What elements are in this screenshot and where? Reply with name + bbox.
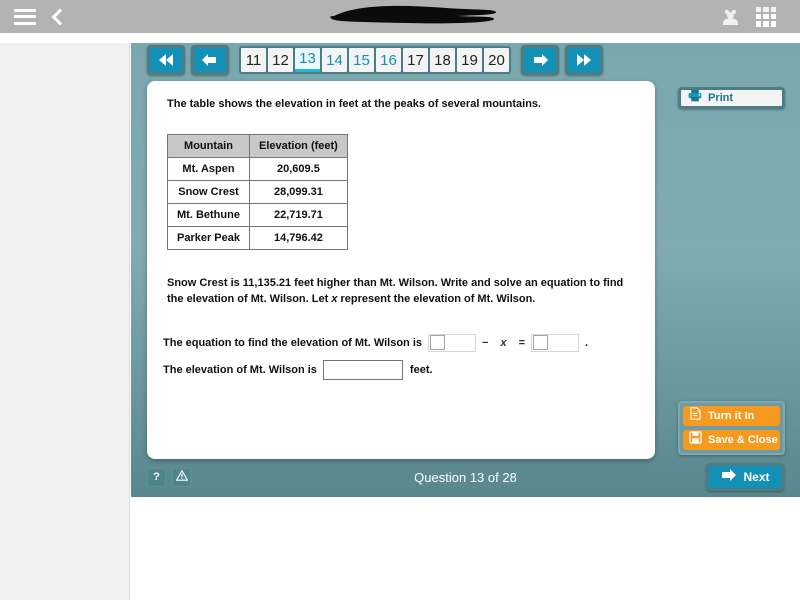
- equation-right-input[interactable]: [531, 333, 580, 352]
- hamburger-bar: [14, 8, 36, 12]
- cell-elevation-value: 28,099.31: [249, 179, 348, 204]
- elevation-table: Mountain Elevation (feet) Mt. Aspen 20,6…: [167, 133, 348, 250]
- next-button-label: Next: [743, 470, 770, 484]
- equation-label: The equation to find the elevation of Mt…: [163, 336, 423, 349]
- floppy-disk-icon: [689, 431, 702, 449]
- elevation-units-label: feet.: [409, 363, 433, 376]
- math-input-slot: [430, 335, 446, 351]
- grid-cell: [763, 6, 769, 12]
- save-and-close-button[interactable]: Save & Close: [683, 430, 780, 450]
- minus-operator: −: [482, 336, 489, 349]
- table-header-row: Mountain Elevation (feet): [167, 133, 348, 158]
- grid-cell: [770, 13, 776, 20]
- page-number-list: 11 12 13 14 15 16 17 18 19 20: [239, 46, 511, 74]
- assignment-bottom-bar: ? Question 13 of 28 Next: [131, 457, 800, 497]
- column-header-mountain: Mountain: [167, 133, 250, 158]
- page-number-15[interactable]: 15: [349, 48, 374, 72]
- cell-elevation-value: 20,609.5: [249, 156, 348, 181]
- print-button[interactable]: Print: [678, 87, 785, 109]
- equation-answer-row: The equation to find the elevation of Mt…: [163, 333, 641, 352]
- page-number-11[interactable]: 11: [241, 48, 266, 72]
- question-card: The table shows the elevation in feet at…: [147, 81, 655, 459]
- cell-mountain-name: Parker Peak: [167, 225, 250, 250]
- math-input-slot: [533, 335, 549, 351]
- question-pagination: 11 12 13 14 15 16 17 18 19 20: [147, 43, 603, 77]
- column-header-elevation: Elevation (feet): [249, 133, 348, 158]
- grid-cell: [763, 13, 769, 20]
- grid-cell: [770, 6, 776, 12]
- prompt-line-2-part-a: elevation of Mt. Wilson. Let: [186, 292, 332, 305]
- table-body: Mt. Aspen 20,609.5 Snow Crest 28,099.31 …: [167, 156, 348, 250]
- question-prompt-text: Snow Crest is 11,135.21 feet higher than…: [167, 276, 627, 308]
- page-number-12[interactable]: 12: [268, 48, 293, 72]
- left-blank-panel: [0, 43, 130, 600]
- page-number-18[interactable]: 18: [430, 48, 455, 72]
- page-number-14[interactable]: 14: [322, 48, 347, 72]
- question-counter: Question 13 of 28: [414, 469, 517, 485]
- table-row: Mt. Aspen 20,609.5: [167, 156, 348, 181]
- elevation-answer-row: The elevation of Mt. Wilson is feet.: [163, 359, 641, 380]
- page-number-19[interactable]: 19: [457, 48, 482, 72]
- grid-apps-icon[interactable]: [756, 6, 776, 27]
- topbar-left-group: [14, 7, 64, 27]
- prompt-line-2-part-b: represent the elevation of Mt. Wilson.: [337, 292, 536, 305]
- warning-triangle-icon: [175, 469, 188, 484]
- alert-button[interactable]: [172, 467, 191, 487]
- elevation-label: The elevation of Mt. Wilson is: [163, 363, 317, 376]
- page-number-16[interactable]: 16: [376, 48, 401, 72]
- equals-operator: =: [518, 336, 526, 349]
- turn-it-in-button[interactable]: Turn it In: [683, 406, 780, 426]
- page-number-13[interactable]: 13: [295, 48, 320, 72]
- grid-cell: [756, 6, 762, 12]
- document-upload-icon: [689, 407, 702, 425]
- turn-it-in-label: Turn it In: [708, 410, 755, 422]
- next-question-button[interactable]: [521, 45, 559, 75]
- assignment-app-area: 11 12 13 14 15 16 17 18 19 20 The table …: [131, 43, 800, 497]
- page-number-20[interactable]: 20: [484, 48, 509, 72]
- elevation-answer-input[interactable]: [322, 359, 403, 380]
- cell-mountain-name: Mt. Bethune: [167, 202, 250, 227]
- side-action-group: Turn it In Save & Close: [678, 401, 785, 455]
- answer-area: The equation to find the elevation of Mt…: [163, 333, 641, 380]
- print-button-label: Print: [708, 92, 734, 104]
- grid-cell: [763, 21, 769, 27]
- cell-mountain-name: Mt. Aspen: [167, 156, 250, 181]
- grid-cell: [770, 21, 776, 27]
- question-intro-text: The table shows the elevation in feet at…: [167, 98, 542, 110]
- help-button[interactable]: ?: [147, 467, 166, 487]
- table-row: Parker Peak 14,796.42: [167, 225, 348, 250]
- white-divider-strip: [0, 33, 800, 43]
- next-button[interactable]: Next: [706, 463, 784, 491]
- topbar-right-group: [720, 6, 776, 27]
- printer-icon: [688, 89, 702, 107]
- hamburger-bar: [14, 15, 36, 18]
- hamburger-menu-icon[interactable]: [14, 8, 36, 25]
- page-number-17[interactable]: 17: [403, 48, 428, 72]
- people-icon[interactable]: [720, 7, 742, 27]
- back-chevron-icon[interactable]: [50, 7, 64, 27]
- table-row: Mt. Bethune 22,719.71: [167, 202, 348, 227]
- table-header: Mountain Elevation (feet): [167, 133, 348, 158]
- table-row: Snow Crest 28,099.31: [167, 179, 348, 204]
- save-and-close-label: Save & Close: [708, 434, 778, 446]
- cell-elevation-value: 22,719.71: [249, 202, 348, 227]
- cell-mountain-name: Snow Crest: [167, 179, 250, 204]
- grid-cell: [756, 13, 762, 20]
- previous-question-button[interactable]: [191, 45, 229, 75]
- hamburger-bar: [14, 21, 36, 25]
- sentence-period: .: [585, 336, 589, 349]
- first-question-button[interactable]: [147, 45, 185, 75]
- arrow-right-icon: [720, 468, 737, 487]
- variable-x-symbol: x: [500, 336, 507, 349]
- cell-elevation-value: 14,796.42: [249, 225, 348, 250]
- equation-left-input[interactable]: [428, 333, 477, 352]
- last-question-button[interactable]: [565, 45, 603, 75]
- grid-cell: [756, 21, 762, 27]
- top-app-bar: [0, 0, 800, 33]
